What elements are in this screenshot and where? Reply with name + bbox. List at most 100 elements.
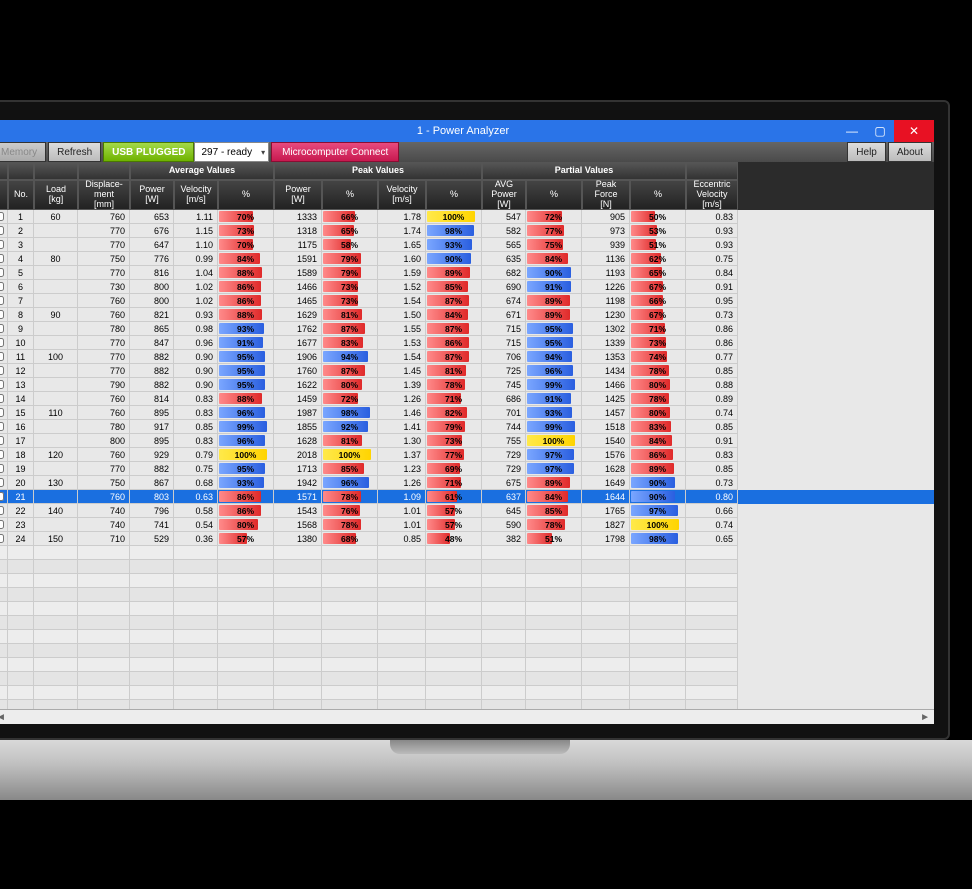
col-disp[interactable]: Displace- ment [mm]: [78, 180, 130, 210]
table-row[interactable]: 1 60 760 653 1.11 70% 1333 66% 1.78 100%…: [0, 210, 934, 224]
row-checkbox[interactable]: [0, 490, 8, 504]
col-avg-pct[interactable]: %: [218, 180, 274, 210]
table-row[interactable]: 21 760 803 0.63 86% 1571 78% 1.09 61% 63…: [0, 490, 934, 504]
row-checkbox[interactable]: [0, 364, 8, 378]
table-row[interactable]: 2 770 676 1.15 73% 1318 65% 1.74 98% 582…: [0, 224, 934, 238]
pct-cell: 89%: [526, 308, 582, 322]
table-row[interactable]: 3 770 647 1.10 70% 1175 58% 1.65 93% 565…: [0, 238, 934, 252]
empty-row: [0, 658, 934, 672]
row-checkbox[interactable]: [0, 308, 8, 322]
table-row[interactable]: 18 120 760 929 0.79 100% 2018 100% 1.37 …: [0, 448, 934, 462]
row-checkbox[interactable]: [0, 224, 8, 238]
cell-avg-velocity: 1.02: [174, 294, 218, 308]
row-checkbox[interactable]: [0, 378, 8, 392]
cell-avg-power: 929: [130, 448, 174, 462]
cell-peak-force: 1518: [582, 420, 630, 434]
cell-no: 2: [8, 224, 34, 238]
cell-peak-force: 1353: [582, 350, 630, 364]
cell-disp: 760: [78, 294, 130, 308]
table-row[interactable]: 10 770 847 0.96 91% 1677 83% 1.53 86% 71…: [0, 336, 934, 350]
microcomputer-connect-button[interactable]: Microcomputer Connect: [271, 142, 399, 162]
row-checkbox[interactable]: [0, 280, 8, 294]
table-row[interactable]: 19 770 882 0.75 95% 1713 85% 1.23 69% 72…: [0, 462, 934, 476]
row-checkbox[interactable]: [0, 406, 8, 420]
row-checkbox[interactable]: [0, 532, 8, 546]
table-row[interactable]: 14 760 814 0.83 88% 1459 72% 1.26 71% 68…: [0, 392, 934, 406]
cell-disp: 760: [78, 448, 130, 462]
pct-cell: 86%: [218, 294, 274, 308]
col-partial-avg-pct[interactable]: %: [526, 180, 582, 210]
refresh-button[interactable]: Refresh: [48, 142, 101, 162]
cell-load: [34, 224, 78, 238]
table-row[interactable]: 12 770 882 0.90 95% 1760 87% 1.45 81% 72…: [0, 364, 934, 378]
row-checkbox[interactable]: [0, 434, 8, 448]
row-checkbox[interactable]: [0, 336, 8, 350]
table-row[interactable]: 9 780 865 0.98 93% 1762 87% 1.55 87% 715…: [0, 322, 934, 336]
cell-no: 5: [8, 266, 34, 280]
col-peak-velocity-pct[interactable]: %: [426, 180, 482, 210]
col-peak-force[interactable]: Peak Force [N]: [582, 180, 630, 210]
pct-cell: 87%: [322, 364, 378, 378]
row-checkbox[interactable]: [0, 322, 8, 336]
row-checkbox[interactable]: [0, 238, 8, 252]
pct-cell: 80%: [630, 406, 686, 420]
row-checkbox[interactable]: [0, 350, 8, 364]
data-grid[interactable]: 1 60 760 653 1.11 70% 1333 66% 1.78 100%…: [0, 210, 934, 709]
pct-cell: 87%: [322, 322, 378, 336]
table-row[interactable]: 20 130 750 867 0.68 93% 1942 96% 1.26 71…: [0, 476, 934, 490]
row-checkbox[interactable]: [0, 210, 8, 224]
about-button[interactable]: About: [888, 142, 932, 162]
table-row[interactable]: 16 780 917 0.85 99% 1855 92% 1.41 79% 74…: [0, 420, 934, 434]
horizontal-scrollbar[interactable]: ◄ ►: [0, 709, 934, 724]
table-row[interactable]: 4 80 750 776 0.99 84% 1591 79% 1.60 90% …: [0, 252, 934, 266]
row-checkbox[interactable]: [0, 266, 8, 280]
table-row[interactable]: 5 770 816 1.04 88% 1589 79% 1.59 89% 682…: [0, 266, 934, 280]
table-row[interactable]: 23 740 741 0.54 80% 1568 78% 1.01 57% 59…: [0, 518, 934, 532]
row-checkbox[interactable]: [0, 420, 8, 434]
col-peak-force-pct[interactable]: %: [630, 180, 686, 210]
cell-no: 20: [8, 476, 34, 490]
col-peak-power-pct[interactable]: %: [322, 180, 378, 210]
toolbar: Memory Refresh USB PLUGGED 297 - ready M…: [0, 142, 934, 162]
row-checkbox[interactable]: [0, 448, 8, 462]
col-partial-avg-power[interactable]: AVG Power [W]: [482, 180, 526, 210]
table-row[interactable]: 7 760 800 1.02 86% 1465 73% 1.54 87% 674…: [0, 294, 934, 308]
table-row[interactable]: 17 800 895 0.83 96% 1628 81% 1.30 73% 75…: [0, 434, 934, 448]
titlebar[interactable]: 1 - Power Analyzer — ▢ ✕: [0, 120, 934, 142]
minimize-button[interactable]: —: [838, 120, 866, 142]
cell-avg-velocity: 0.83: [174, 392, 218, 406]
row-checkbox[interactable]: [0, 252, 8, 266]
table-row[interactable]: 15 110 760 895 0.83 96% 1987 98% 1.46 82…: [0, 406, 934, 420]
row-checkbox[interactable]: [0, 476, 8, 490]
row-checkbox[interactable]: [0, 504, 8, 518]
cell-peak-force: 1540: [582, 434, 630, 448]
table-row[interactable]: 22 140 740 796 0.58 86% 1543 76% 1.01 57…: [0, 504, 934, 518]
help-button[interactable]: Help: [847, 142, 886, 162]
row-checkbox[interactable]: [0, 294, 8, 308]
pct-cell: 95%: [218, 364, 274, 378]
col-avg-velocity[interactable]: Velocity [m/s]: [174, 180, 218, 210]
maximize-button[interactable]: ▢: [866, 120, 894, 142]
col-load[interactable]: Load [kg]: [34, 180, 78, 210]
col-avg-power[interactable]: Power [W]: [130, 180, 174, 210]
table-row[interactable]: 13 790 882 0.90 95% 1622 80% 1.39 78% 74…: [0, 378, 934, 392]
pct-cell: 90%: [426, 252, 482, 266]
row-checkbox[interactable]: [0, 462, 8, 476]
table-row[interactable]: 24 150 710 529 0.36 57% 1380 68% 0.85 48…: [0, 532, 934, 546]
table-row[interactable]: 8 90 760 821 0.93 88% 1629 81% 1.50 84% …: [0, 308, 934, 322]
table-row[interactable]: 6 730 800 1.02 86% 1466 73% 1.52 85% 690…: [0, 280, 934, 294]
row-checkbox[interactable]: [0, 518, 8, 532]
close-button[interactable]: ✕: [894, 120, 934, 142]
col-peak-velocity[interactable]: Velocity [m/s]: [378, 180, 426, 210]
pct-cell: 92%: [322, 420, 378, 434]
memory-button[interactable]: Memory: [0, 142, 46, 162]
row-checkbox[interactable]: [0, 392, 8, 406]
cell-peak-power: 1713: [274, 462, 322, 476]
cell-avg-power: 865: [130, 322, 174, 336]
device-select[interactable]: 297 - ready: [194, 142, 269, 162]
cell-load: [34, 364, 78, 378]
col-peak-power[interactable]: Power [W]: [274, 180, 322, 210]
col-eccentric-velocity[interactable]: Eccentric Velocity [m/s]: [686, 180, 738, 210]
col-no[interactable]: No.: [8, 180, 34, 210]
table-row[interactable]: 11 100 770 882 0.90 95% 1906 94% 1.54 87…: [0, 350, 934, 364]
